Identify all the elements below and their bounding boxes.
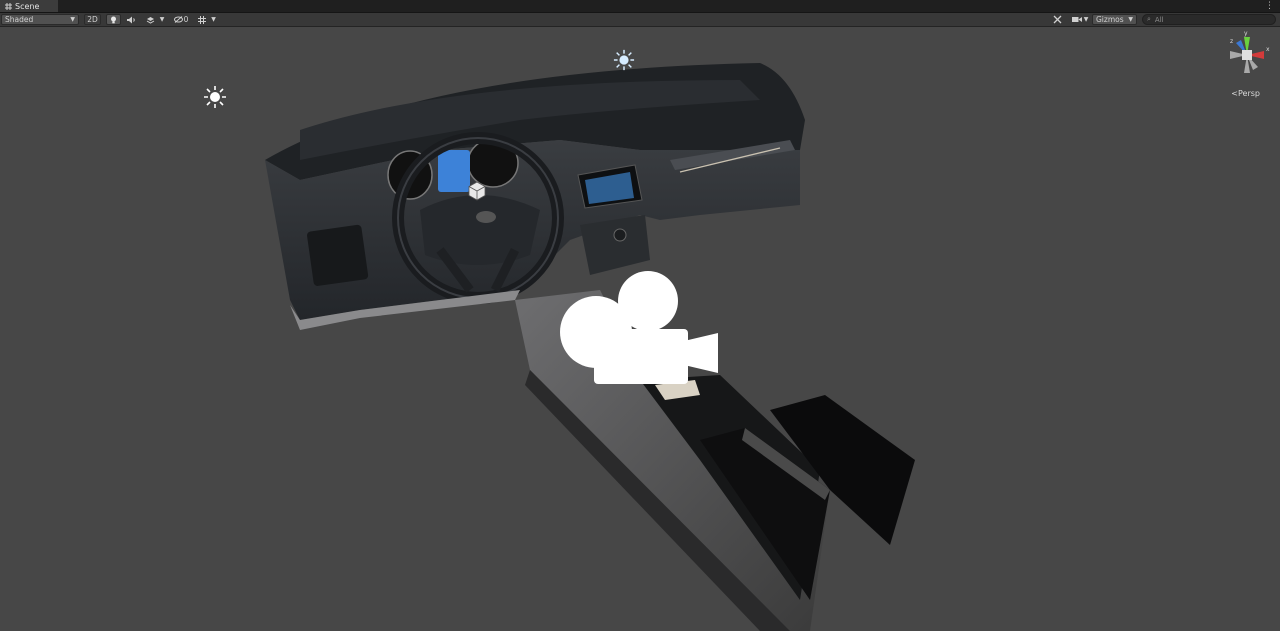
camera-gizmo-icon[interactable]: [560, 271, 720, 385]
lighting-toggle-button[interactable]: [106, 14, 121, 25]
camera-settings-dropdown[interactable]: ▼: [1069, 14, 1091, 25]
chevron-down-icon: ▼: [70, 16, 75, 23]
speaker-icon: [126, 16, 135, 23]
scene-tab-label: Scene: [15, 1, 40, 11]
video-camera-icon: [1071, 17, 1082, 22]
2d-toggle-button[interactable]: 2D: [84, 14, 101, 25]
shading-mode-label: Shaded: [5, 15, 34, 24]
2d-toggle-label: 2D: [87, 15, 98, 24]
chevron-down-icon: ▼: [1083, 16, 1089, 23]
grid-icon: [5, 2, 12, 10]
search-placeholder: All: [1154, 15, 1164, 24]
gizmos-dropdown[interactable]: Gizmos ▼: [1092, 14, 1137, 25]
gizmos-label: Gizmos: [1096, 15, 1124, 24]
chevron-down-icon: ▼: [1128, 16, 1133, 23]
search-icon: ⌕: [1147, 15, 1151, 23]
wrench-cross-icon: [1053, 15, 1061, 24]
perspective-toggle[interactable]: <Persp: [1231, 89, 1260, 98]
lightbulb-icon: [111, 16, 116, 23]
svg-text:y: y: [1244, 30, 1248, 37]
shading-mode-dropdown[interactable]: Shaded ▼: [1, 14, 79, 25]
grid-settings-dropdown[interactable]: ▼: [194, 14, 220, 25]
light-gizmo-icon[interactable]: [613, 49, 635, 71]
hidden-count: 0: [183, 15, 189, 24]
svg-text:z: z: [1230, 38, 1233, 45]
orientation-gizmo[interactable]: y x z: [1222, 29, 1272, 81]
perspective-label: <Persp: [1231, 89, 1260, 98]
grid-snap-icon: [198, 15, 207, 24]
scene-search-field[interactable]: ⌕ All: [1142, 14, 1276, 25]
scene-tab[interactable]: Scene: [0, 0, 58, 12]
chevron-down-icon: ▼: [159, 16, 165, 23]
chevron-down-icon: ▼: [211, 16, 216, 23]
light-gizmo-icon[interactable]: [203, 85, 227, 109]
kebab-menu-icon[interactable]: ⋮: [1265, 0, 1274, 12]
scene-viewport[interactable]: y x z: [0, 27, 1280, 631]
scene-toolbar: Shaded ▼ 2D ▼ 0 ▼ ▼ Gizmos ▼ ⌕ All: [0, 13, 1280, 27]
audio-toggle-button[interactable]: [124, 14, 138, 25]
layers-icon: [146, 16, 154, 24]
eye-slash-icon: [173, 16, 183, 23]
hidden-objects-toggle[interactable]: 0: [171, 14, 191, 25]
svg-text:x: x: [1266, 46, 1270, 53]
effects-dropdown[interactable]: ▼: [141, 14, 169, 25]
cube-pivot-icon[interactable]: [467, 181, 487, 201]
tools-button[interactable]: [1050, 14, 1064, 25]
scene-tab-bar: Scene ⋮: [0, 0, 1280, 13]
